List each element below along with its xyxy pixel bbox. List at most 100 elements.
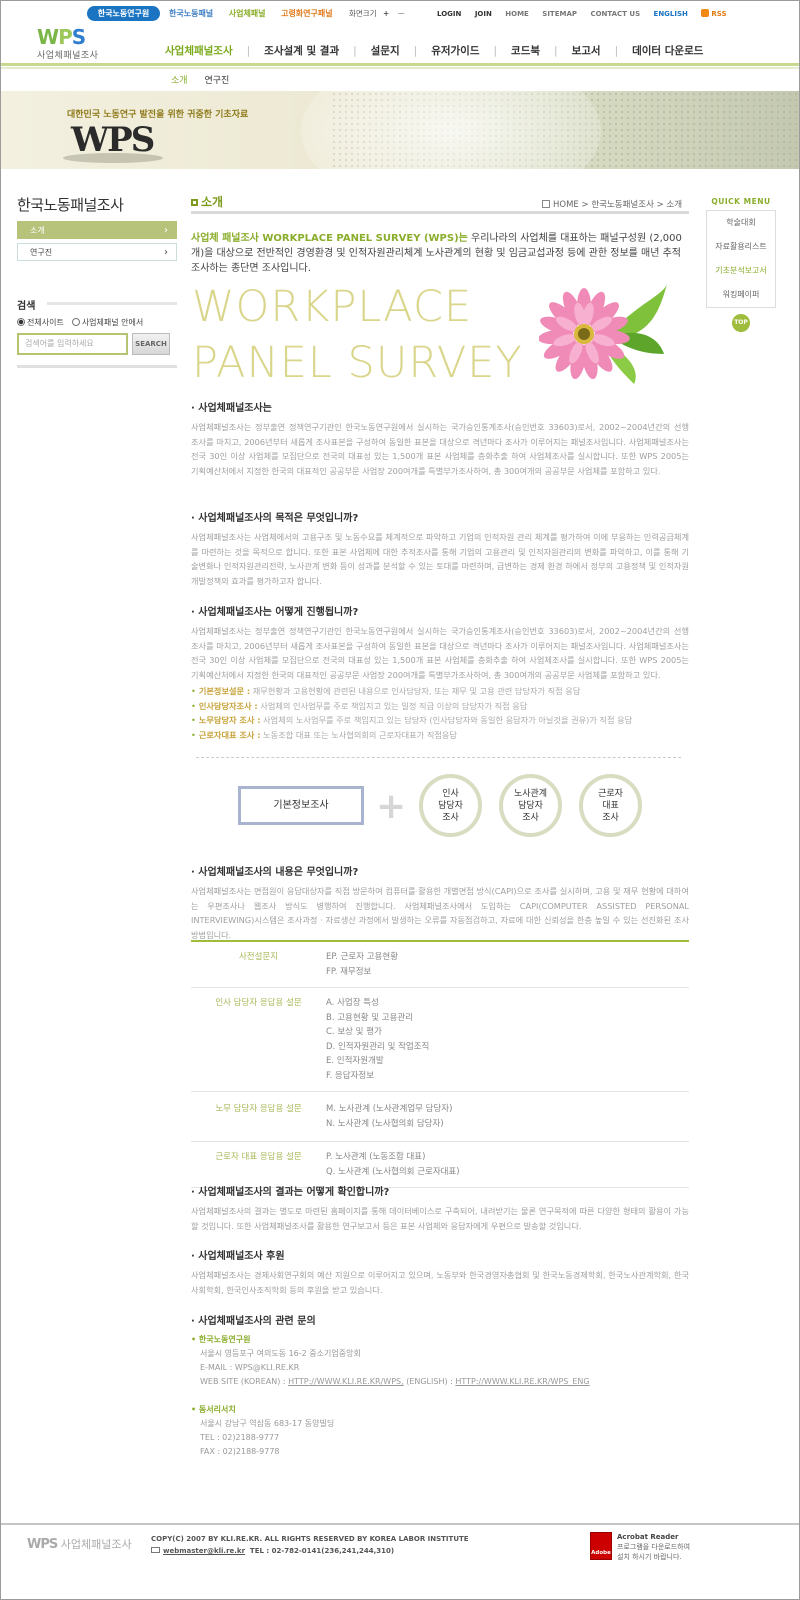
nav-report[interactable]: 보고서 <box>558 43 615 58</box>
quick-conference[interactable]: 학술대회 <box>707 211 775 235</box>
radio-unchecked-icon <box>71 318 80 326</box>
diagram-circle-labor: 노사관계 담당자 조사 <box>499 774 562 837</box>
contact-org-dongseo: 동서리서치 <box>198 1405 236 1414</box>
nav-divider-shadow <box>1 67 799 69</box>
nav-wps[interactable]: 사업체패널조사 <box>151 43 247 58</box>
table-row: 노무 담당자 응답용 설문 M. 노사관계 (노사관계업무 담당자) N. 노사관… <box>191 1092 689 1142</box>
font-size-label: 화면크기 <box>349 9 377 18</box>
nav-data-download[interactable]: 데이터 다운로드 <box>618 43 717 58</box>
title-square-icon <box>191 199 198 206</box>
section-body: 사업체패널조사는 정부출연 정책연구기관인 한국노동연구원에서 실시하는 국가승… <box>191 422 689 476</box>
site-logo[interactable]: WPS 사업체패널조사 <box>37 27 117 61</box>
diagram-circle-worker-rep: 근로자 대표 조사 <box>579 774 642 837</box>
footer-info: COPY(C) 2007 BY KLI.RE.KR. ALL RIGHTS RE… <box>151 1533 469 1557</box>
main-nav: 사업체패널조사 | 조사설계 및 결과 | 설문지 | 유저가이드 | 코드북 | 보고서… <box>151 43 717 58</box>
subnav-researchers[interactable]: 연구진 <box>204 76 229 86</box>
section-heading: · 사업체패널조사의 목적은 무엇입니까? <box>191 513 359 524</box>
nav-divider <box>1 63 799 66</box>
list-item: • 노무담당자 조사 : 사업체의 노사업무를 주로 책임지고 있는 담당자 (인… <box>191 715 633 725</box>
link-klips[interactable]: 한국노동패널 <box>169 9 213 18</box>
adobe-reader-download[interactable]: Acrobat Reader 프로그램을 다운로드하여 설치 하시기 바랍니다. <box>617 1532 690 1562</box>
nav-design[interactable]: 조사설계 및 결과 <box>250 43 353 58</box>
section-heading: · 사업체패널조사 후원 <box>191 1251 285 1262</box>
family-site-links: 한국노동패널 사업체패널 고령화연구패널 <box>169 8 346 19</box>
quick-working-paper[interactable]: 워킹페이퍼 <box>707 283 775 307</box>
nav-questionnaire[interactable]: 설문지 <box>357 43 414 58</box>
list-item: • 기본정보설문 : 재무현황과 고용현황에 관련된 내용으로 인사담당자, 또는… <box>191 686 581 696</box>
font-up-button[interactable]: + <box>383 9 389 18</box>
radio-all-site[interactable]: 전체사이트 <box>17 317 64 328</box>
join-link[interactable]: JOIN <box>475 10 492 18</box>
list-item: • 인사담당자조사 : 사업체의 인사업무를 주로 책임지고 있는 일정 직급 이… <box>191 700 528 711</box>
subnav-intro[interactable]: 소개 <box>171 76 188 86</box>
search-input[interactable]: 검색어를 입력하세요 <box>17 333 128 355</box>
home-link[interactable]: HOME <box>505 10 529 18</box>
section-body: 사업체패널조사는 정부출연 정책연구기관인 한국노동연구원에서 실시하는 국가승… <box>191 626 689 680</box>
link-klosa[interactable]: 고령화연구패널 <box>281 9 333 18</box>
website-english-link[interactable]: HTTP://WWW.KLI.RE.KR/WPS_ENG <box>455 1377 589 1386</box>
breadcrumb: HOME > 한국노동패널조사 > 소개 <box>542 198 682 210</box>
quick-menu-title: QUICK MENU <box>711 197 771 206</box>
section-heading: · 사업체패널조사의 결과는 어떻게 확인합니까? <box>191 1187 390 1198</box>
intro-text: 사업체 패널조사 WORKPLACE PANEL SURVEY (WPS)는 우… <box>191 233 682 274</box>
nav-user-guide[interactable]: 유저가이드 <box>417 43 493 58</box>
radio-in-panel[interactable]: 사업체패널 안에서 <box>71 317 143 328</box>
section-heading: · 사업체패널조사는 <box>191 403 272 414</box>
section-heading: · 사업체패널조사의 관련 문의 <box>191 1316 316 1327</box>
kli-home-pill[interactable]: 한국노동연구원 <box>87 6 160 21</box>
plus-icon: + <box>376 786 407 827</box>
nav-codebook[interactable]: 코드북 <box>497 43 554 58</box>
breadcrumb-parent[interactable]: 한국노동패널조사 <box>591 200 654 210</box>
section-contact: · 사업체패널조사의 관련 문의 • 한국노동연구원 서울시 영등포구 여의도동… <box>191 1312 689 1459</box>
top-button[interactable]: TOP <box>732 314 750 332</box>
section-content: · 사업체패널조사의 내용은 무엇입니까? 사업체패널조사는 면접원이 응답대상… <box>191 863 689 942</box>
english-link[interactable]: ENGLISH <box>654 10 688 18</box>
page-title: 소개 <box>191 193 223 210</box>
sidebar-item-intro[interactable]: 소개 <box>17 221 177 240</box>
contact-address: 서울시 영등포구 여의도동 16-2 중소기업중앙회 <box>200 1349 361 1358</box>
banner-wps-logo: WPS <box>71 120 155 160</box>
sidebar-title: 한국노동패널조사 <box>17 196 124 214</box>
section-about: · 사업체패널조사는 사업체패널조사는 정부출연 정책연구기관인 한국노동연구원… <box>191 399 689 478</box>
sub-nav: 소개 연구진 <box>171 73 243 86</box>
table-row: 근로자 대표 응답용 설문 P. 노사관계 (노동조합 대표) Q. 노사관계 (… <box>191 1142 689 1188</box>
diagram-basic-info-box: 기본정보조사 <box>238 786 364 825</box>
login-link[interactable]: LOGIN <box>437 10 461 18</box>
mail-icon <box>151 1547 160 1553</box>
section-heading: · 사업체패널조사의 내용은 무엇입니까? <box>191 867 359 878</box>
font-down-button[interactable]: ㅡ <box>398 9 405 18</box>
section-body: 사업체패널조사는 경제사회연구회의 예산 지원으로 이루어지고 있으며, 노동부… <box>191 1270 689 1295</box>
questionnaire-table: 사전설문지 EP. 근로자 고용현황 FP. 재무정보 인사 담당자 응답용 설문… <box>191 940 689 1188</box>
contact-email[interactable]: E-MAIL : WPS@KLI.RE.KR <box>191 1361 689 1375</box>
sitemap-link[interactable]: SITEMAP <box>542 10 577 18</box>
quick-usage-list[interactable]: 자료활용리스트 <box>707 235 775 259</box>
sidebar-item-researchers[interactable]: 연구진 <box>17 243 177 262</box>
section-body: 사업체패널조사의 결과는 별도로 마련된 홈페이지를 통해 데이터베이스로 구축… <box>191 1206 689 1231</box>
adobe-reader-icon[interactable]: Adobe <box>590 1532 612 1560</box>
contact-link[interactable]: CONTACT US <box>590 10 640 18</box>
contact-tel: TEL : 02)2188-9777 <box>200 1433 280 1442</box>
breadcrumb-home[interactable]: HOME <box>553 200 579 210</box>
search-button[interactable]: SEARCH <box>132 333 170 355</box>
quick-basic-report[interactable]: 기초분석보고서 <box>707 259 775 283</box>
home-icon <box>542 200 550 208</box>
search-panel: 검색 전체사이트 사업체패널 안에서 검색어를 입력하세요 SEARCH <box>17 297 177 355</box>
sidebar-divider <box>17 365 177 368</box>
website-korean-link[interactable]: HTTP://WWW.KLI.RE.KR/WPS, <box>288 1377 404 1386</box>
rss-icon <box>701 9 710 17</box>
contact-org-kli: 한국노동연구원 <box>198 1335 251 1344</box>
contact-fax: FAX : 02)2188-9778 <box>200 1447 280 1456</box>
gerbera-flower-image <box>539 284 667 384</box>
rss-link[interactable]: RSS <box>701 9 727 18</box>
dashed-divider <box>196 757 681 758</box>
section-process: · 사업체패널조사는 어떻게 진행됩니까? 사업체패널조사는 정부출연 정책연구… <box>191 603 689 742</box>
title-rule <box>191 211 689 214</box>
webmaster-email[interactable]: webmaster@kli.re.kr <box>163 1547 245 1555</box>
contact-address: 서울시 강남구 역삼동 683-17 동양빌딩 <box>200 1419 335 1428</box>
section-purpose: · 사업체패널조사의 목적은 무엇입니까? 사업체패널조사는 사업체에서의 고용… <box>191 509 689 588</box>
footer-logo: WPS 사업체패널조사 <box>27 1537 132 1552</box>
section-sponsor: · 사업체패널조사 후원 사업체패널조사는 경제사회연구회의 예산 지원으로 이… <box>191 1247 689 1297</box>
diagram-circle-hr: 인사 담당자 조사 <box>419 774 482 837</box>
link-wps[interactable]: 사업체패널 <box>229 9 266 18</box>
section-body: 사업체패널조사는 사업체에서의 고용구조 및 노동수요를 체계적으로 파악하고 … <box>191 532 689 586</box>
